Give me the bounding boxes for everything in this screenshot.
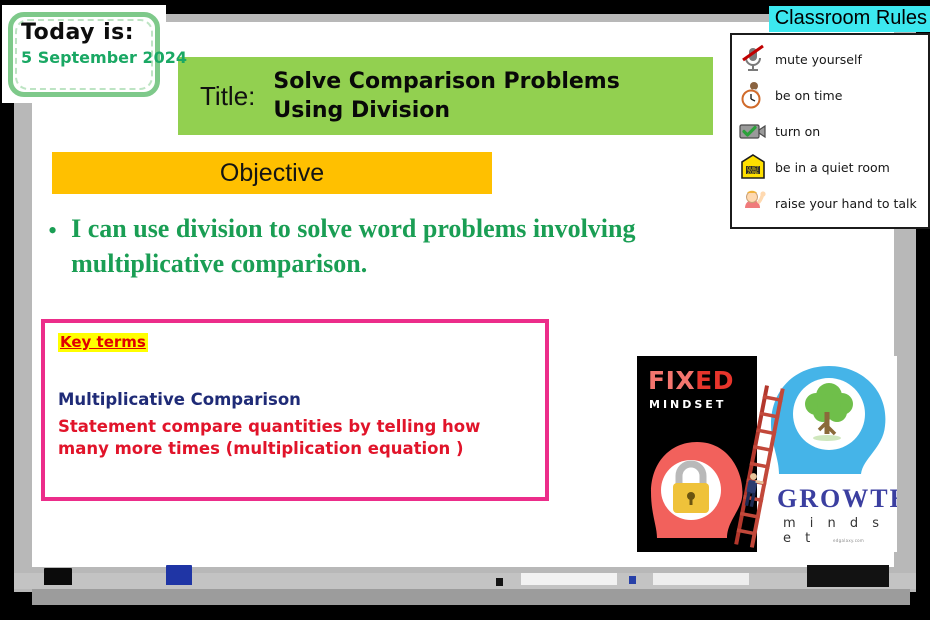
tray-eraser-left (44, 568, 72, 585)
today-is-card: Today is: 5 September 2024 (2, 5, 187, 103)
objective-statement: I can use division to solve word problem… (71, 214, 636, 278)
today-is-date: 5 September 2024 (21, 48, 187, 68)
growth-mindset-word: GROWTH (777, 484, 897, 513)
key-terms-box: Key terms Multiplicative Comparison Stat… (41, 319, 549, 501)
key-terms-heading: Key terms (58, 333, 148, 352)
lesson-title-line-2: Using Division (273, 98, 451, 123)
clock-person-icon (738, 80, 768, 110)
whiteboard-tray-lip (32, 589, 910, 605)
classroom-rules-box: mute yourself be on time turn on QUIET Z… (730, 33, 930, 229)
rule-label-quiet-room: be in a quiet room (775, 159, 890, 175)
key-term-definition: Statement compare quantities by telling … (58, 417, 481, 459)
tree-head-icon (771, 366, 886, 474)
classroom-rules-heading: Classroom Rules (768, 6, 930, 32)
tray-marker-blue-2 (629, 576, 636, 584)
muted-microphone-icon (738, 44, 768, 74)
tray-eraser-right (807, 565, 889, 587)
objective-banner-label: Objective (219, 158, 325, 187)
rule-item-camera: turn on (738, 113, 924, 149)
tray-eraser-white-2 (653, 573, 749, 585)
fixed-word-part1: FIX (648, 366, 696, 395)
quiet-zone-sign-icon: QUIET ZONE (738, 152, 768, 182)
lesson-title-line-1: Solve Comparison Problems (273, 68, 620, 94)
rule-label-camera: turn on (775, 123, 821, 139)
rule-item-mute: mute yourself (738, 41, 924, 77)
rule-label-on-time: be on time (775, 87, 843, 103)
objective-banner: Objective (52, 152, 492, 194)
fixed-mindset-word: FIXED (648, 368, 734, 393)
svg-text:ZONE: ZONE (747, 170, 759, 175)
lesson-title-text: Solve Comparison Problems Using Division (273, 67, 619, 125)
tray-eraser-white-1 (521, 573, 617, 585)
raise-hand-person-icon (738, 188, 768, 218)
screenshot-root: Today is: 5 September 2024 Classroom Rul… (0, 0, 930, 620)
video-camera-check-icon (738, 116, 768, 146)
objective-bullet-item: • I can use division to solve word probl… (48, 212, 773, 281)
lesson-title-bar: Title: Solve Comparison Problems Using D… (178, 57, 713, 135)
today-is-heading: Today is: (21, 20, 135, 45)
bullet-icon: • (48, 216, 58, 245)
fixed-mindset-subtitle: MINDSET (649, 398, 727, 411)
today-is-card-border: Today is: 5 September 2024 (8, 12, 187, 97)
tray-marker-blue (166, 565, 192, 585)
mindset-graphic: FIXED MINDSET GROWT m i n d s e t edgala… (637, 356, 897, 552)
rule-item-on-time: be on time (738, 77, 924, 113)
fixed-word-part2: ED (695, 366, 734, 395)
growth-mindset-credit: edgalaxy.com (833, 538, 865, 543)
whiteboard-tray (14, 573, 916, 589)
title-label: Title: (200, 80, 256, 111)
rule-item-quiet-room: QUIET ZONE be in a quiet room (738, 149, 924, 185)
rule-item-raise-hand: raise your hand to talk (738, 185, 924, 221)
key-term-name: Multiplicative Comparison (58, 390, 301, 409)
rule-label-raise-hand: raise your hand to talk (775, 195, 917, 211)
rule-label-mute: mute yourself (775, 51, 862, 67)
tray-marker-black (496, 578, 503, 586)
